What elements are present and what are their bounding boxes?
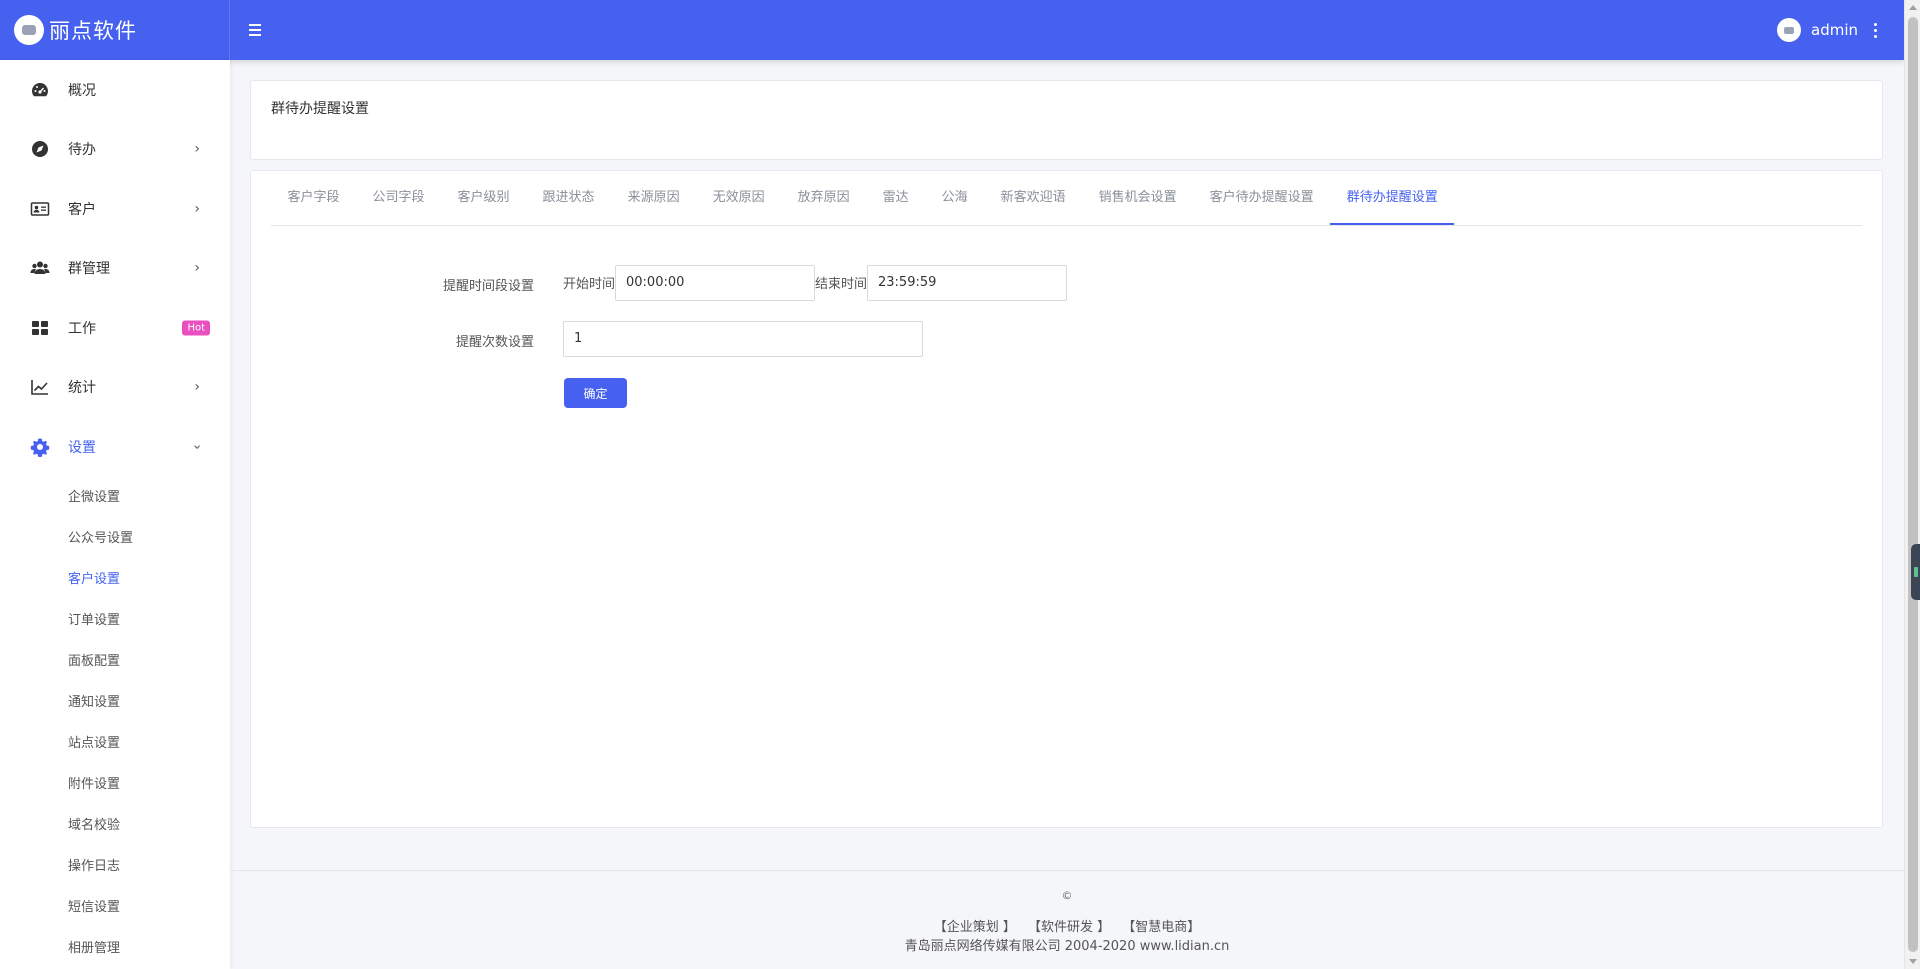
submenu-item[interactable]: 短信设置 <box>0 887 230 928</box>
user-menu[interactable]: admin <box>1777 18 1878 42</box>
tab-abandon-reason[interactable]: 放弃原因 <box>781 170 866 225</box>
tab-public-pool[interactable]: 公海 <box>925 170 984 225</box>
footer-link-software[interactable]: 【软件研发 】 <box>1028 920 1110 935</box>
tab-customer-fields[interactable]: 客户字段 <box>271 170 356 225</box>
chevron-right-icon: › <box>194 200 200 217</box>
chevron-right-icon: › <box>194 141 200 158</box>
submenu-item[interactable]: 公众号设置 <box>0 518 230 559</box>
submenu-item[interactable]: 通知设置 <box>0 682 230 723</box>
chevron-down-icon: › <box>189 443 206 450</box>
chevron-right-icon: › <box>194 379 200 396</box>
sidebar-item-label: 群管理 <box>68 261 110 278</box>
footer: © 【企业策划 】 【软件研发 】 【智慧电商】 青岛丽点网络传媒有限公司 20… <box>230 870 1904 969</box>
sidebar-item-label: 客户 <box>68 201 96 218</box>
footer-link-planning[interactable]: 【企业策划 】 <box>934 920 1016 935</box>
page-title: 群待办提醒设置 <box>271 101 369 117</box>
end-time-input[interactable]: 23:59:59 <box>867 265 1067 301</box>
tab-radar[interactable]: 雷达 <box>866 170 925 225</box>
submenu-item[interactable]: 附件设置 <box>0 764 230 805</box>
tab-customer-todo-reminder[interactable]: 客户待办提醒设置 <box>1193 170 1330 225</box>
avatar[interactable] <box>1777 18 1801 42</box>
menu-toggle-icon[interactable] <box>249 20 263 40</box>
tab-source-reason[interactable]: 来源原因 <box>611 170 696 225</box>
company-info: 青岛丽点网络传媒有限公司 2004-2020 www.lidian.cn <box>904 939 1230 954</box>
settings-submenu: 企微设置 公众号设置 客户设置 订单设置 面板配置 通知设置 站点设置 附件设置… <box>0 477 230 969</box>
more-vertical-icon[interactable] <box>1872 22 1878 38</box>
sidebar-item-overview[interactable]: 概况 <box>0 60 230 120</box>
submenu-item-active[interactable]: 客户设置 <box>0 559 230 600</box>
submenu-item[interactable]: 面板配置 <box>0 641 230 682</box>
submenu-item[interactable]: 站点设置 <box>0 723 230 764</box>
sidebar-item-label: 概况 <box>68 82 96 99</box>
user-name[interactable]: admin <box>1811 21 1858 39</box>
start-time-label: 开始时间 <box>563 277 616 292</box>
sidebar-item-customer[interactable]: 客户 › <box>0 179 230 239</box>
sidebar-item-todo[interactable]: 待办 › <box>0 120 230 180</box>
tab-follow-status[interactable]: 跟进状态 <box>526 170 611 225</box>
footer-link-ecommerce[interactable]: 【智慧电商】 <box>1122 920 1200 935</box>
tab-company-fields[interactable]: 公司字段 <box>356 170 441 225</box>
settings-card: 客户字段 公司字段 客户级别 跟进状态 来源原因 无效原因 放弃原因 雷达 公海… <box>250 170 1883 828</box>
users-icon <box>30 258 50 278</box>
tab-group-todo-reminder[interactable]: 群待办提醒设置 <box>1330 170 1455 225</box>
footer-links: 【企业策划 】 【软件研发 】 【智慧电商】 <box>230 916 1904 935</box>
page-header-card: 群待办提醒设置 <box>250 80 1883 160</box>
start-time-input[interactable]: 00:00:00 <box>615 265 815 301</box>
end-time-label: 结束时间 <box>815 277 868 292</box>
copyright-symbol: © <box>1061 889 1073 902</box>
tab-welcome-message[interactable]: 新客欢迎语 <box>984 170 1082 225</box>
compass-icon <box>30 139 50 159</box>
brand-logo-icon <box>14 15 44 45</box>
sidebar-item-work[interactable]: 工作 Hot <box>0 298 230 358</box>
sidebar: 概况 待办 › 客户 › 群管理 › 工作 Hot 统计 › 设置 › 企微设置… <box>0 60 230 969</box>
confirm-button[interactable]: 确定 <box>564 378 627 408</box>
dashboard-icon <box>30 80 50 100</box>
reminder-count-input[interactable]: 1 <box>563 321 923 357</box>
id-card-icon <box>30 199 50 219</box>
gear-icon <box>30 437 50 457</box>
hot-badge: Hot <box>182 320 210 336</box>
sidebar-item-label: 统计 <box>68 380 96 397</box>
scroll-up-arrow-icon[interactable] <box>1909 5 1917 10</box>
reminder-count-label: 提醒次数设置 <box>455 335 534 350</box>
scrollbar-thumb[interactable] <box>1908 17 1918 952</box>
grid-icon <box>30 318 50 338</box>
sidebar-item-settings[interactable]: 设置 › <box>0 417 230 477</box>
submenu-item[interactable]: 订单设置 <box>0 600 230 641</box>
submenu-item[interactable]: 操作日志 <box>0 846 230 887</box>
time-range-label: 提醒时间段设置 <box>442 279 534 294</box>
submenu-item[interactable]: 相册管理 <box>0 928 230 969</box>
scroll-down-arrow-icon[interactable] <box>1909 959 1917 964</box>
chevron-right-icon: › <box>194 260 200 277</box>
submenu-item[interactable]: 企微设置 <box>0 477 230 518</box>
tab-bar: 客户字段 公司字段 客户级别 跟进状态 来源原因 无效原因 放弃原因 雷达 公海… <box>271 171 1862 226</box>
chart-line-icon <box>30 377 50 397</box>
brand[interactable]: 丽点软件 <box>0 0 230 60</box>
tab-customer-level[interactable]: 客户级别 <box>441 170 526 225</box>
sidebar-item-label: 待办 <box>68 142 96 159</box>
submenu-item[interactable]: 域名校验 <box>0 805 230 846</box>
top-header: 丽点软件 admin <box>0 0 1904 60</box>
floating-panel-handle[interactable] <box>1911 544 1920 600</box>
brand-name: 丽点软件 <box>49 19 137 43</box>
sidebar-item-statistics[interactable]: 统计 › <box>0 358 230 418</box>
sidebar-item-label: 工作 <box>68 320 96 337</box>
tab-invalid-reason[interactable]: 无效原因 <box>696 170 781 225</box>
tab-sales-opportunity[interactable]: 销售机会设置 <box>1082 170 1193 225</box>
page-scrollbar[interactable] <box>1904 0 1920 969</box>
sidebar-item-group-management[interactable]: 群管理 › <box>0 239 230 299</box>
sidebar-item-label: 设置 <box>68 439 96 456</box>
